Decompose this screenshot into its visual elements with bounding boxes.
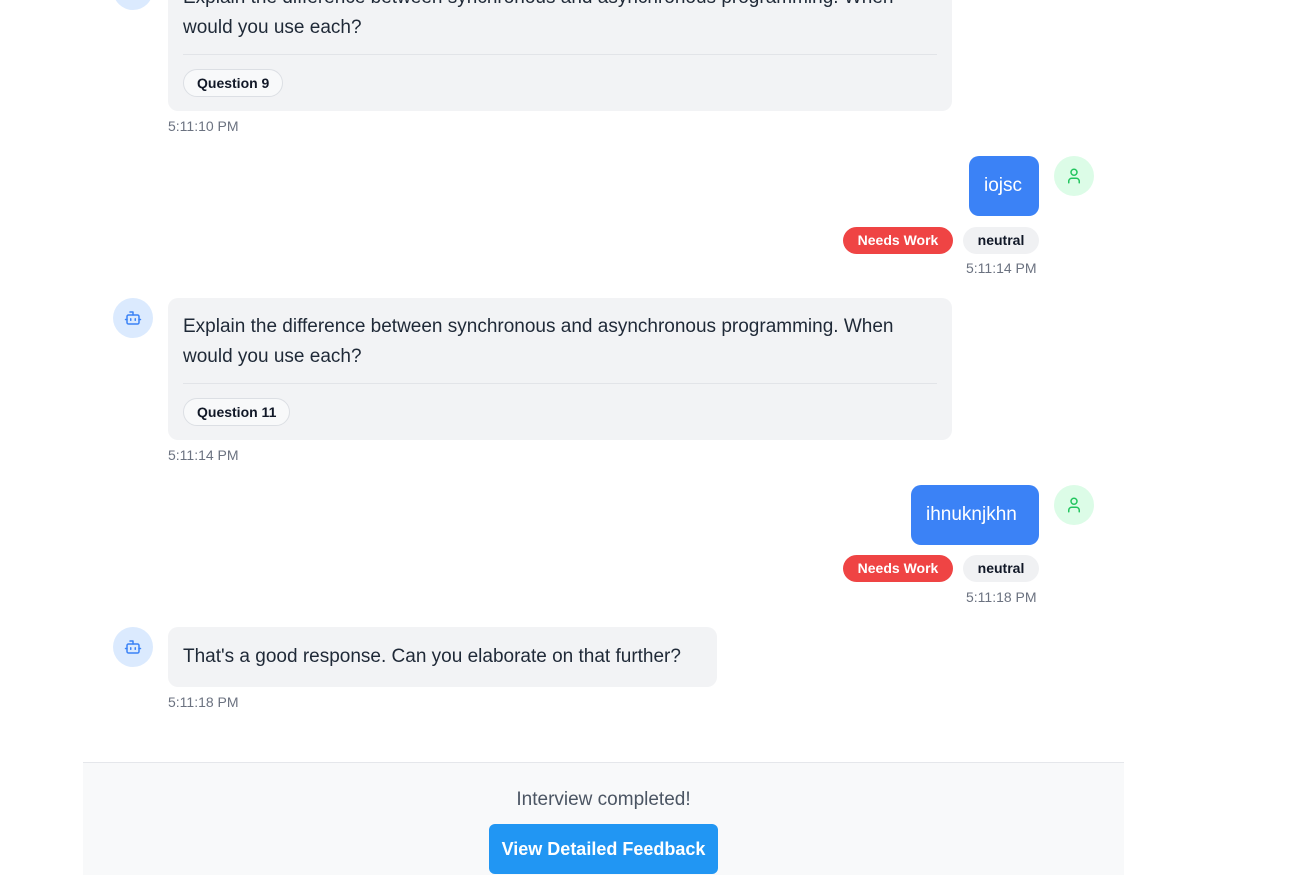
needs-work-badge: Needs Work [843,555,953,582]
bot-icon [124,311,142,325]
chat-transcript: Explain the difference between synchrono… [0,0,1308,875]
bot-message: Explain the difference between synchrono… [168,298,952,440]
user-avatar [1054,485,1094,525]
user-avatar [1054,156,1094,196]
user-message: ihnuknjkhn [911,485,1039,545]
bot-message-divider: Question 9 [183,54,937,98]
user-icon [1068,168,1080,184]
needs-work-badge: Needs Work [843,227,953,254]
interview-footer: Interview completed! View Detailed Feedb… [83,762,1124,875]
bot-message-text: That's a good response. Can you elaborat… [183,646,681,667]
message-timestamp: 5:11:14 PM [966,260,1037,276]
interview-status-text: Interview completed! [516,789,691,810]
bot-message-text: Explain the difference between synchrono… [183,0,893,38]
question-chip: Question 9 [183,69,284,97]
sentiment-badge: neutral [963,227,1039,254]
message-timestamp: 5:11:18 PM [168,694,239,710]
bot-avatar [113,627,153,667]
bot-message: That's a good response. Can you elaborat… [168,627,717,687]
message-timestamp: 5:11:10 PM [168,118,239,134]
question-chip: Question 11 [183,398,291,426]
user-message: iojsc [969,156,1039,216]
bot-icon [124,640,142,654]
view-feedback-button[interactable]: View Detailed Feedback [489,824,718,874]
sentiment-badge: neutral [963,555,1039,582]
bot-avatar [113,298,153,338]
user-icon [1068,497,1080,513]
message-timestamp: 5:11:18 PM [966,589,1037,605]
bot-avatar [113,0,153,10]
message-timestamp: 5:11:14 PM [168,447,239,463]
bot-message: Explain the difference between synchrono… [168,0,952,111]
bot-message-divider: Question 11 [183,383,937,427]
bot-message-text: Explain the difference between synchrono… [183,316,894,367]
